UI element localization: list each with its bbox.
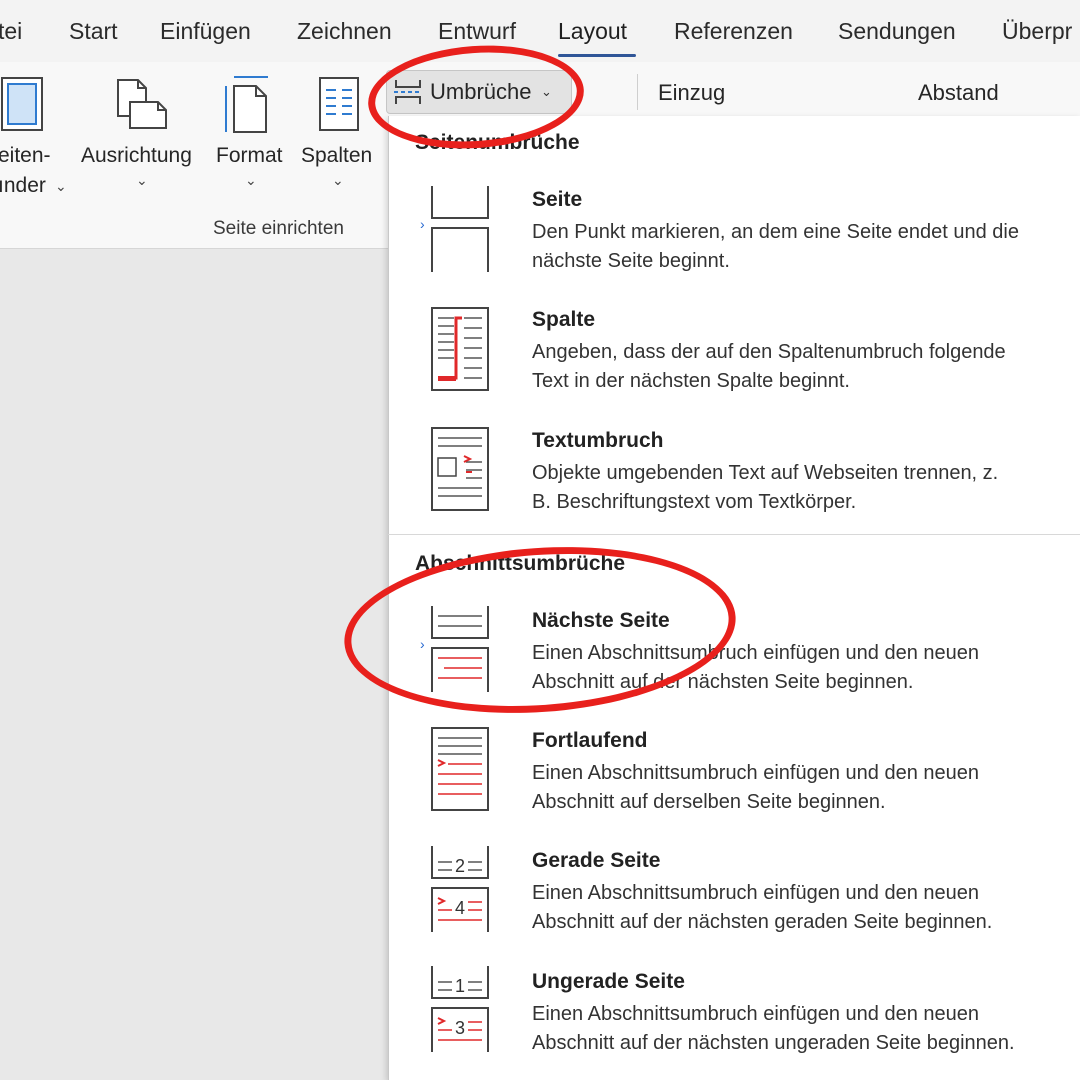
- even-page-break-icon: 2 4: [431, 846, 489, 932]
- menu-item-title: Fortlaufend: [532, 729, 648, 752]
- tab-start[interactable]: Start: [69, 18, 118, 45]
- orientation-label: Ausrichtung: [81, 144, 192, 167]
- chevron-down-icon: ⌄: [245, 172, 257, 188]
- margins-label-2: ınder: [0, 174, 46, 197]
- ribbon-divider: [637, 74, 638, 110]
- margins-label: eiten-: [0, 144, 51, 167]
- menu-item-title: Seite: [532, 188, 583, 211]
- tab-layout[interactable]: Layout: [558, 18, 627, 45]
- indent-label: Einzug: [658, 80, 726, 105]
- menu-item-description: Einen Abschnittsumbruch einfügen und den…: [532, 762, 980, 813]
- tab-ueberpruefen[interactable]: Überpr: [1002, 18, 1072, 45]
- odd-page-break-icon: 1 3: [431, 966, 489, 1052]
- menu-item-description: Angeben, dass der auf den Spaltenumbruch…: [532, 341, 1006, 392]
- margins-icon: [1, 77, 43, 131]
- continuous-break-icon: [431, 727, 489, 811]
- page-number-glyph: 1: [455, 976, 465, 996]
- menu-item-title: Ungerade Seite: [532, 970, 685, 993]
- menu-item-title: Textumbruch: [532, 429, 664, 452]
- group-label-page-setup: Seite einrichten: [213, 218, 344, 239]
- tab-entwurf[interactable]: Entwurf: [438, 18, 516, 45]
- columns-label: Spalten: [301, 144, 373, 167]
- chevron-down-icon: ⌄: [136, 172, 148, 188]
- size-label: Format: [216, 144, 283, 167]
- columns-icon: [319, 77, 359, 131]
- chevron-down-icon: ⌄: [332, 172, 344, 188]
- chevron-right-icon: ›: [420, 216, 425, 232]
- menu-item-title: Spalte: [532, 308, 596, 331]
- column-break-icon: [431, 307, 489, 391]
- menu-separator: [388, 534, 1080, 535]
- tab-referenzen[interactable]: Referenzen: [674, 18, 793, 45]
- menu-item-description: Einen Abschnittsumbruch einfügen und den…: [532, 882, 993, 933]
- tab-sendungen[interactable]: Sendungen: [838, 18, 956, 45]
- active-tab-indicator: [558, 54, 636, 57]
- page-break-icon: [431, 186, 489, 272]
- menu-item-description: Objekte umgebenden Text auf Webseiten tr…: [532, 462, 999, 513]
- spacing-label: Abstand: [918, 80, 999, 105]
- chevron-down-icon: ⌄: [55, 178, 67, 194]
- text-wrapping-icon: [431, 427, 489, 511]
- orientation-icon: [117, 79, 167, 129]
- tab-zeichnen[interactable]: Zeichnen: [297, 18, 392, 45]
- menu-item-description: Den Punkt markieren, an dem eine Seite e…: [532, 221, 1019, 272]
- page-size-icon: [225, 76, 268, 133]
- tab-datei[interactable]: tei: [0, 18, 22, 45]
- menu-item-title: Gerade Seite: [532, 849, 661, 872]
- page-number-glyph: 2: [455, 856, 465, 876]
- menu-item-description: Einen Abschnittsumbruch einfügen und den…: [532, 1003, 1015, 1054]
- page-number-glyph: 3: [455, 1018, 465, 1038]
- tab-einfuegen[interactable]: Einfügen: [160, 18, 251, 45]
- page-number-glyph: 4: [455, 898, 465, 918]
